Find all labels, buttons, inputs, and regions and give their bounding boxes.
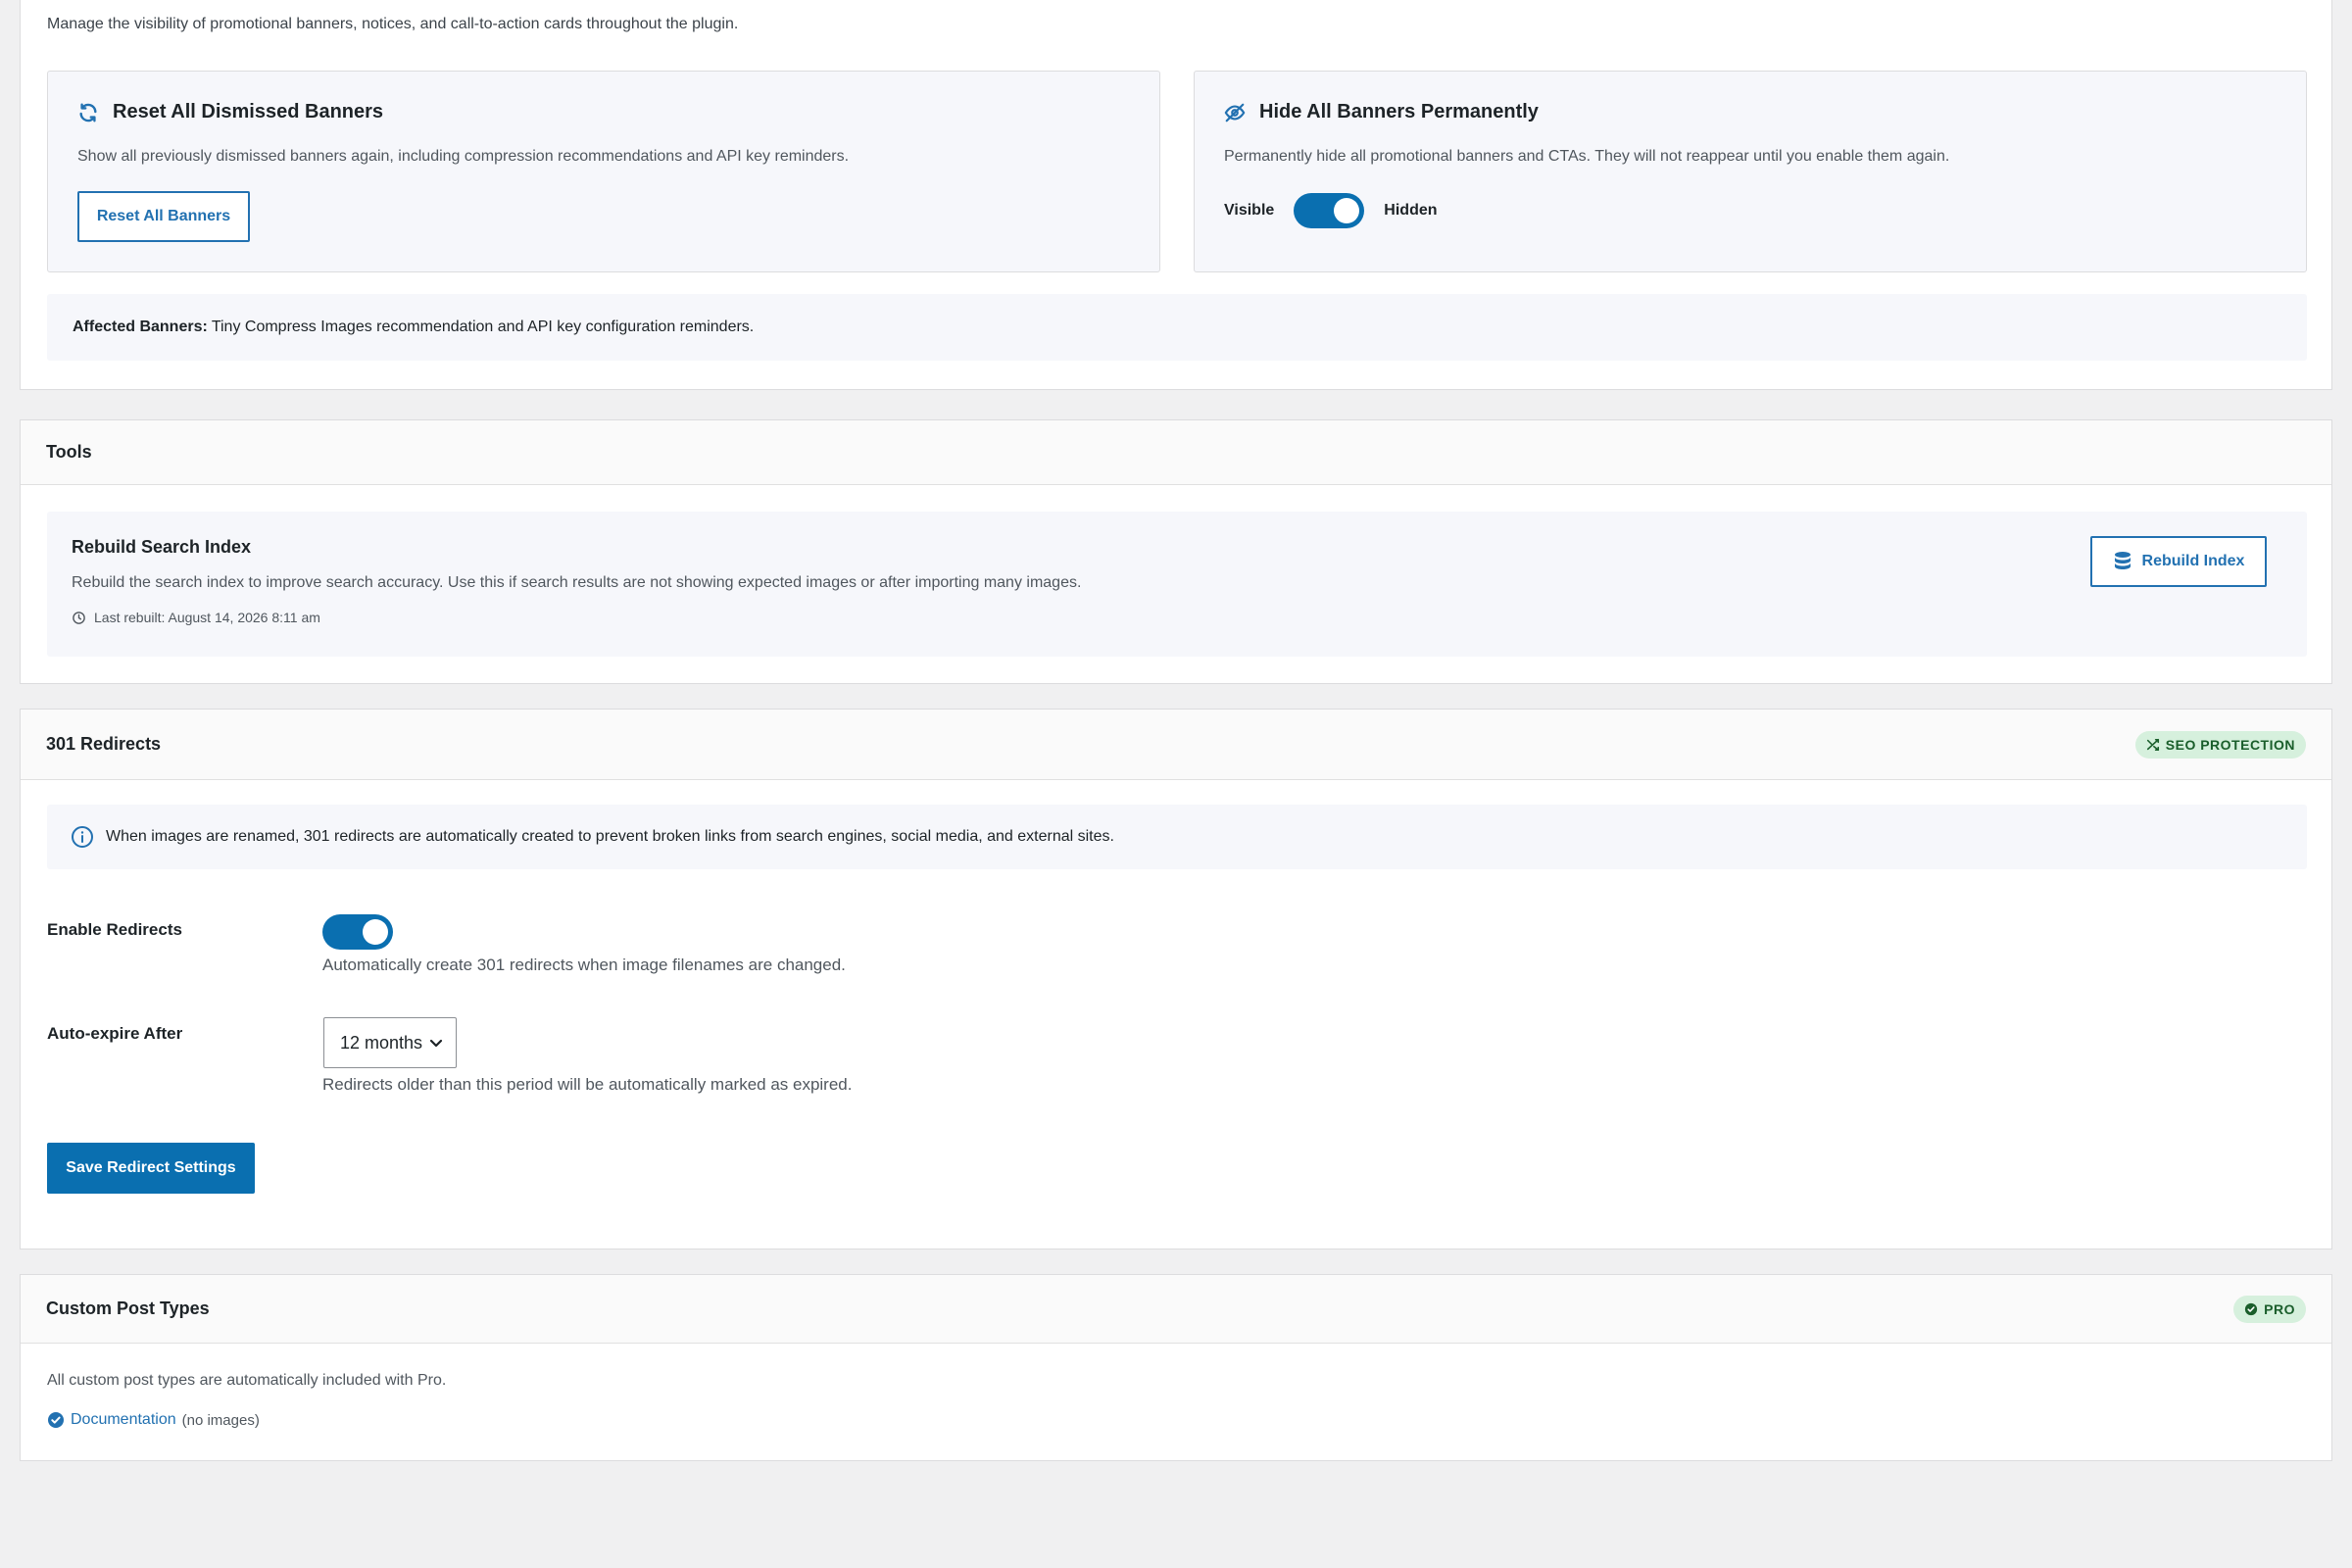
toggle-knob <box>1334 198 1360 223</box>
auto-expire-help: Redirects older than this period will be… <box>322 1075 853 1094</box>
auto-expire-label: Auto-expire After <box>47 1024 183 1043</box>
hide-banners-toggle-row: Visible Hidden <box>1224 193 1438 228</box>
cpt-header: Custom Post Types PRO <box>21 1275 2331 1344</box>
hide-card-title: Hide All Banners Permanently <box>1259 101 1539 122</box>
affected-banners-text: Tiny Compress Images recommendation and … <box>211 318 755 335</box>
banner-settings-panel: Manage the visibility of promotional ban… <box>20 0 2332 390</box>
pro-badge-text: PRO <box>2264 1300 2295 1317</box>
cpt-description: All custom post types are automatically … <box>47 1372 447 1389</box>
eye-slash-icon <box>1224 103 1246 122</box>
banner-intro-text: Manage the visibility of promotional ban… <box>47 16 739 32</box>
cpt-title: Custom Post Types <box>46 1298 210 1318</box>
clock-icon <box>73 611 85 624</box>
hide-card-description: Permanently hide all promotional banners… <box>1224 148 1950 165</box>
reset-all-banners-button[interactable]: Reset All Banners <box>77 191 250 242</box>
cpt-item-documentation: Documentation (no images) <box>47 1411 260 1429</box>
database-icon <box>2114 552 2131 569</box>
custom-post-types-panel: Custom Post Types PRO All custom post ty… <box>20 1274 2332 1461</box>
enable-redirects-toggle[interactable] <box>322 914 393 950</box>
reset-card-description: Show all previously dismissed banners ag… <box>77 148 850 165</box>
enable-redirects-label: Enable Redirects <box>47 920 182 939</box>
tools-panel: Tools Rebuild Search Index Rebuild the s… <box>20 419 2332 684</box>
pro-badge: PRO <box>2233 1295 2306 1323</box>
hide-banners-card: Hide All Banners Permanently Permanently… <box>1194 71 2307 272</box>
seo-protection-badge-text: SEO PROTECTION <box>2165 736 2295 753</box>
redirects-panel: 301 Redirects SEO PROTECTION When images… <box>20 709 2332 1250</box>
rebuild-index-description: Rebuild the search index to improve sear… <box>72 574 1082 591</box>
save-redirect-settings-button[interactable]: Save Redirect Settings <box>47 1143 255 1194</box>
documentation-link[interactable]: Documentation <box>71 1411 176 1429</box>
toggle-visible-label: Visible <box>1224 202 1275 219</box>
reset-card-title: Reset All Dismissed Banners <box>113 101 384 122</box>
refresh-icon <box>79 103 97 122</box>
redirects-header: 301 Redirects SEO PROTECTION <box>21 710 2331 780</box>
redirects-title: 301 Redirects <box>46 734 162 754</box>
redirects-info-box: When images are renamed, 301 redirects a… <box>47 805 2307 869</box>
hide-card-header: Hide All Banners Permanently <box>1224 101 1539 123</box>
redirects-info-text: When images are renamed, 301 redirects a… <box>106 828 1114 845</box>
shuffle-icon <box>2146 738 2159 751</box>
check-circle-icon <box>2245 1302 2258 1315</box>
check-badge-icon <box>48 1412 64 1428</box>
affected-banners-label: Affected Banners: <box>73 318 208 335</box>
affected-banners-note: Affected Banners: Tiny Compress Images r… <box>47 294 2307 361</box>
rebuild-index-button[interactable]: Rebuild Index <box>2090 536 2267 587</box>
last-rebuilt-text: Last rebuilt: August 14, 2026 8:11 am <box>94 610 320 625</box>
reset-banners-card: Reset All Dismissed Banners Show all pre… <box>47 71 1160 272</box>
toggle-knob <box>363 919 388 945</box>
auto-expire-value: 12 months <box>340 1032 423 1053</box>
seo-protection-badge: SEO PROTECTION <box>2134 730 2306 759</box>
info-icon <box>72 826 93 848</box>
auto-expire-select[interactable]: 12 months <box>323 1017 457 1068</box>
chevron-down-icon <box>429 1039 443 1048</box>
enable-redirects-help: Automatically create 301 redirects when … <box>322 956 846 974</box>
rebuild-index-box: Rebuild Search Index Rebuild the search … <box>47 512 2307 657</box>
last-rebuilt-meta: Last rebuilt: August 14, 2026 8:11 am <box>72 610 320 625</box>
rebuild-index-title: Rebuild Search Index <box>72 537 252 557</box>
tools-title: Tools <box>46 442 92 462</box>
rebuild-index-label: Rebuild Index <box>2141 553 2245 569</box>
hide-banners-toggle[interactable] <box>1294 193 1365 228</box>
reset-card-header: Reset All Dismissed Banners <box>77 101 383 123</box>
toggle-hidden-label: Hidden <box>1384 202 1438 219</box>
tools-header: Tools <box>21 420 2331 485</box>
documentation-note: (no images) <box>181 1411 260 1429</box>
